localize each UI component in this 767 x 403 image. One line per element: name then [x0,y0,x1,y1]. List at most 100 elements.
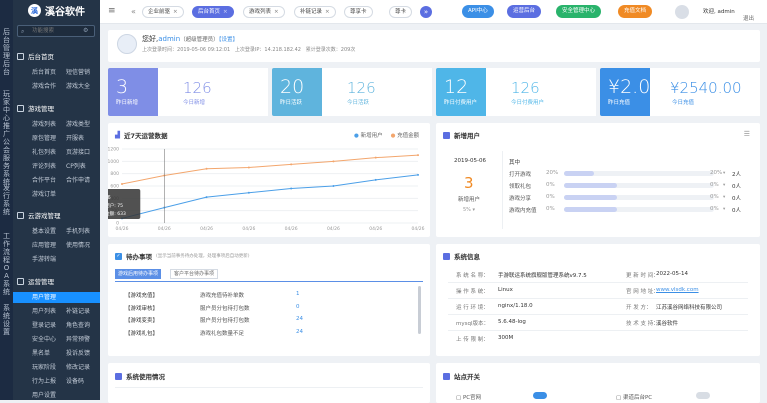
nav-item[interactable]: 投诉反馈 [66,348,90,357]
nav-item[interactable]: 修改记录 [66,362,90,371]
nav-item[interactable]: 登录记录 [32,320,56,329]
todo-item[interactable]: 服户员分包待打包数 [200,304,250,312]
nav-item[interactable]: 补链记录 [66,306,90,315]
sysinfo-value[interactable]: www.vlsdk.com [656,287,699,293]
todo-scrollbar[interactable] [418,286,421,334]
todo-item[interactable]: 服户员分包待打包数 [200,316,250,324]
nav-item[interactable]: 页游接口 [66,147,90,156]
nav-group-icon [17,52,24,60]
nav-item[interactable]: 用户设置 [32,390,56,399]
tab-1[interactable]: 后台首页 × [192,6,234,18]
data-point[interactable] [247,191,250,194]
todo-tab-game[interactable]: 游戏后用待办事项 [115,269,162,279]
system-tab-settings[interactable]: 系统设置 [0,304,13,336]
nav-item[interactable]: 行为上报 [32,376,56,385]
todo-count[interactable]: 24 [296,316,303,322]
nav-item[interactable]: 游戏类型 [66,119,90,128]
todo-item[interactable]: 游戏充值待补单数 [200,291,244,299]
tab-3[interactable]: 补链记录 × [294,6,336,18]
todo-count[interactable]: 0 [296,304,300,310]
nav-group-title: 后台首页 [28,53,54,61]
nav-item[interactable]: 角色查询 [66,320,90,329]
close-icon[interactable]: × [223,9,228,15]
chevron-left-icon[interactable]: « [131,7,136,16]
data-point[interactable] [374,178,377,181]
data-point[interactable] [332,185,335,187]
stat-today-label: 今日活跃 [347,100,370,106]
ops-backend-button[interactable]: 运营后台 [507,5,542,18]
nav-item[interactable]: 游戏大全 [66,81,90,90]
legend-item-users[interactable]: ● 新增用户 [354,131,383,139]
nav-item[interactable]: 手游转端 [32,254,56,263]
system-tab-player[interactable]: 玩家中心推广公会服务系统 [0,90,13,186]
nav-item[interactable]: 安全中心 [32,334,56,343]
todo-count[interactable]: 24 [296,329,303,335]
nav-item[interactable]: 原包管理 [32,133,56,142]
todo-tab-platform[interactable]: 客户平台待办事项 [170,269,219,279]
menu-toggle-icon[interactable]: ≡ [108,6,116,16]
nav-item[interactable]: 玩家阶段 [32,362,56,371]
gear-icon[interactable]: ⚙ [83,27,88,34]
avatar[interactable] [675,5,689,19]
channel-site-toggle[interactable] [696,392,710,399]
data-point[interactable] [417,154,419,157]
data-point[interactable] [290,163,293,166]
nav-item[interactable]: 黑名单 [32,348,50,357]
breakdown-pct: 0% [546,194,555,200]
nav-item[interactable]: CP列表 [66,161,86,170]
nav-group-0[interactable]: 后台首页 [17,51,54,61]
nav-item[interactable]: 短信营销 [66,67,90,76]
nav-item[interactable]: 手机列表 [66,226,90,235]
profile-settings-link[interactable]: 【设置】 [219,37,238,43]
api-center-button[interactable]: API中心 [462,5,494,18]
nav-item[interactable]: 使用情况 [66,240,90,249]
data-point[interactable] [247,166,250,169]
data-point[interactable] [121,182,123,185]
nav-item[interactable]: 合作平台 [32,175,56,184]
data-point[interactable] [374,156,377,159]
nav-item[interactable]: 开服表 [66,133,84,142]
close-icon[interactable]: × [325,9,330,15]
nav-item[interactable]: 设备码 [66,376,84,385]
system-tab-publish[interactable]: 发行系统 [0,184,13,216]
tab-2[interactable]: 游戏列表 × [243,6,285,18]
nav-item[interactable]: 应用管理 [32,240,56,249]
data-point[interactable] [205,167,208,170]
close-icon[interactable]: × [274,9,279,15]
data-point[interactable] [332,160,335,163]
data-point[interactable] [290,187,293,190]
tab-4[interactable]: 尊享卡 [344,6,373,18]
nav-item[interactable]: 合作申请 [66,175,90,184]
chevron-right-icon[interactable]: » [420,6,432,18]
nav-group-1[interactable]: 游戏管理 [17,103,54,113]
nav-item[interactable]: 游戏列表 [32,119,56,128]
nav-item[interactable]: 用户管理 [32,292,56,301]
app-logo[interactable]: 溪 溪谷软件 [13,0,100,21]
nav-item[interactable]: 后台首页 [32,67,56,76]
close-icon[interactable]: × [173,9,178,15]
nav-item[interactable]: 异常预警 [66,334,90,343]
nav-group-3[interactable]: 运营管理 [17,276,54,286]
system-tab-admin[interactable]: 后台管理后台 [0,28,13,76]
tab-0[interactable]: 企业前驱 × [142,6,184,18]
list-icon[interactable]: ☰ [744,130,750,138]
todo-item[interactable]: 游戏礼包数量不足 [200,329,244,337]
nav-item[interactable]: 游戏订单 [32,189,56,198]
nav-item[interactable]: 用户列表 [32,306,56,315]
legend-item-recharge[interactable]: ● 充值金额 [391,131,420,139]
nav-item[interactable]: 基本设置 [32,226,56,235]
nav-item[interactable]: 礼包列表 [32,147,56,156]
nav-group-2[interactable]: 云游戏管理 [17,210,61,220]
data-point[interactable] [205,196,208,199]
tab-5[interactable]: 尊卡 [389,6,413,18]
nav-item[interactable]: 评论列表 [32,161,56,170]
recharge-docs-button[interactable]: 充值文档 [618,5,653,18]
security-center-button[interactable]: 安全管理中心 [556,5,602,18]
logout-link[interactable]: 退出 [743,14,754,22]
pc-site-toggle[interactable] [533,392,547,399]
todo-count[interactable]: 1 [296,291,300,297]
nav-item[interactable]: 游戏合作 [32,81,56,90]
ops-line-chart[interactable]: 02004006008001000120004/2604/2604/2604/2… [108,141,430,235]
system-tab-oa[interactable]: 工作流程OA系统 [0,232,13,296]
data-point[interactable] [417,173,419,176]
